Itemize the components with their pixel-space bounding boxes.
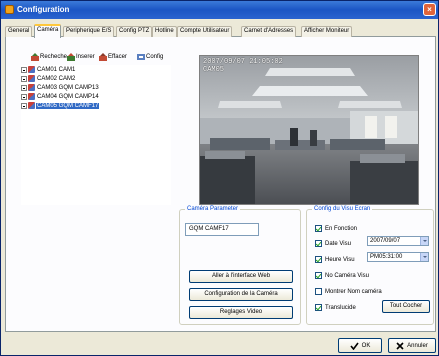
recherche-label: Recheche <box>40 53 68 60</box>
effacer-button[interactable]: Effacer <box>99 51 127 62</box>
camera-icon <box>28 102 35 109</box>
date-format-select[interactable]: 2007/09/07 <box>367 236 429 246</box>
effacer-icon <box>99 52 107 61</box>
recherche-icon <box>31 52 39 61</box>
checkmark-icon <box>350 342 359 350</box>
config-button[interactable]: Config <box>137 51 163 62</box>
web-interface-button[interactable]: Aller à l'interface Web <box>189 270 293 283</box>
tout-cocher-button[interactable]: Tout Cocher <box>382 300 430 313</box>
tree-item-cam02[interactable]: CAM02 CAM2 <box>21 74 76 83</box>
camera-configuration-button[interactable]: Configuration de la Caméra <box>189 288 293 301</box>
expander-icon[interactable] <box>21 93 27 100</box>
date-format-value: 2007/09/07 <box>370 238 401 244</box>
camera-icon <box>28 66 35 73</box>
dropdown-arrow-icon[interactable] <box>420 253 428 261</box>
tab-general[interactable]: General <box>5 26 33 37</box>
visu-config-title: Config du Visu Ecran <box>312 206 373 212</box>
camera-icon <box>28 93 35 100</box>
en-fonction-label: En Fonction <box>325 225 358 232</box>
inserer-icon <box>67 52 75 61</box>
en-fonction-checkbox[interactable]: En Fonction <box>315 224 357 233</box>
tab-afficher-moniteur[interactable]: Afficher Moniteur <box>301 26 353 37</box>
tree-item-label: CAM01 CAM1 <box>37 66 76 73</box>
video-camera-label: CAM05 <box>203 66 225 74</box>
annuler-label: Annuler <box>407 342 428 349</box>
camera-tree: CAM01 CAM1 CAM02 CAM2 CAM03 GQM CAMP13 C… <box>21 65 171 205</box>
camera-name-field[interactable]: GQM CAMF17 <box>185 223 259 236</box>
tree-item-label: CAM04 GQM CAMP14 <box>37 93 99 100</box>
tab-carnet-adresses[interactable]: Carnet d'Adresses <box>241 26 297 37</box>
heure-visu-checkbox[interactable]: Heure Visu <box>315 255 355 264</box>
ok-button[interactable]: OK <box>338 338 382 353</box>
montrer-nom-checkbox[interactable]: Montrer Nom caméra <box>315 287 382 296</box>
date-visu-label: Date Visu <box>325 240 351 247</box>
window-title: Configuration <box>17 5 70 14</box>
inserer-label: Inserer <box>76 53 95 60</box>
heure-visu-label: Heure Visu <box>325 256 355 263</box>
checkbox-checked-icon[interactable] <box>315 272 322 279</box>
no-camera-visu-checkbox[interactable]: No Caméra Visu <box>315 271 369 280</box>
time-format-value: PM05:31:00 <box>370 254 403 260</box>
tab-hotline[interactable]: Hotline <box>152 26 177 37</box>
app-icon <box>5 5 14 14</box>
date-visu-checkbox[interactable]: Date Visu <box>315 239 351 248</box>
cancel-x-icon <box>396 341 404 350</box>
expander-icon[interactable] <box>21 84 27 91</box>
expander-icon[interactable] <box>21 102 27 109</box>
translucide-label: Translucide <box>325 304 356 311</box>
effacer-label: Effacer <box>108 53 127 60</box>
checkbox-checked-icon[interactable] <box>315 256 322 263</box>
inserer-button[interactable]: Inserer <box>67 51 95 62</box>
tab-bar: General Caméra Peripherique E/S Config P… <box>5 24 436 38</box>
dropdown-arrow-icon[interactable] <box>420 237 428 245</box>
office-camera-image <box>200 56 418 204</box>
tab-compte-utilisateur[interactable]: Compte Utilisateur <box>177 26 233 37</box>
camera-parameter-title: Caméra Parameter <box>185 206 241 212</box>
no-camera-visu-label: No Caméra Visu <box>325 272 369 279</box>
tree-item-label: CAM05 GQM CAMF17 <box>36 102 100 109</box>
recherche-button[interactable]: Recheche <box>31 51 67 62</box>
checkbox-checked-icon[interactable] <box>315 225 322 232</box>
camera-icon <box>28 84 35 91</box>
time-format-select[interactable]: PM05:31:00 <box>367 252 429 262</box>
tree-item-label: CAM02 CAM2 <box>37 75 76 82</box>
close-button[interactable]: × <box>423 3 436 16</box>
tab-config-ptz[interactable]: Config PTZ <box>116 26 153 37</box>
translucide-checkbox[interactable]: Translucide <box>315 303 356 312</box>
video-timestamp: 2007/09/07 21:05:02 <box>203 58 283 66</box>
config-label: Config <box>146 53 164 60</box>
tab-camera[interactable]: Caméra <box>34 24 62 38</box>
expander-icon[interactable] <box>21 75 27 82</box>
tree-item-cam04[interactable]: CAM04 GQM CAMP14 <box>21 92 100 101</box>
checkbox-checked-icon[interactable] <box>315 240 322 247</box>
configuration-window: Configuration × General Caméra Peripheri… <box>0 0 439 356</box>
video-settings-button[interactable]: Reglages Video <box>189 306 293 319</box>
camera-icon <box>28 75 35 82</box>
ok-label: OK <box>361 342 371 349</box>
montrer-nom-label: Montrer Nom caméra <box>325 288 382 295</box>
tree-item-label: CAM03 GQM CAMP13 <box>37 84 99 91</box>
video-preview[interactable]: 2007/09/07 21:05:02 CAM05 <box>199 55 419 205</box>
config-icon <box>137 53 145 60</box>
title-bar[interactable]: Configuration × <box>1 1 438 19</box>
checkbox-unchecked-icon[interactable] <box>315 288 322 295</box>
tree-item-cam03[interactable]: CAM03 GQM CAMP13 <box>21 83 100 92</box>
tree-item-cam01[interactable]: CAM01 CAM1 <box>21 65 76 74</box>
annuler-button[interactable]: Annuler <box>388 338 436 353</box>
tree-item-cam05[interactable]: CAM05 GQM CAMF17 <box>21 101 100 110</box>
tab-peripherique[interactable]: Peripherique E/S <box>63 26 115 37</box>
expander-icon[interactable] <box>21 66 27 73</box>
checkbox-checked-icon[interactable] <box>315 304 322 311</box>
